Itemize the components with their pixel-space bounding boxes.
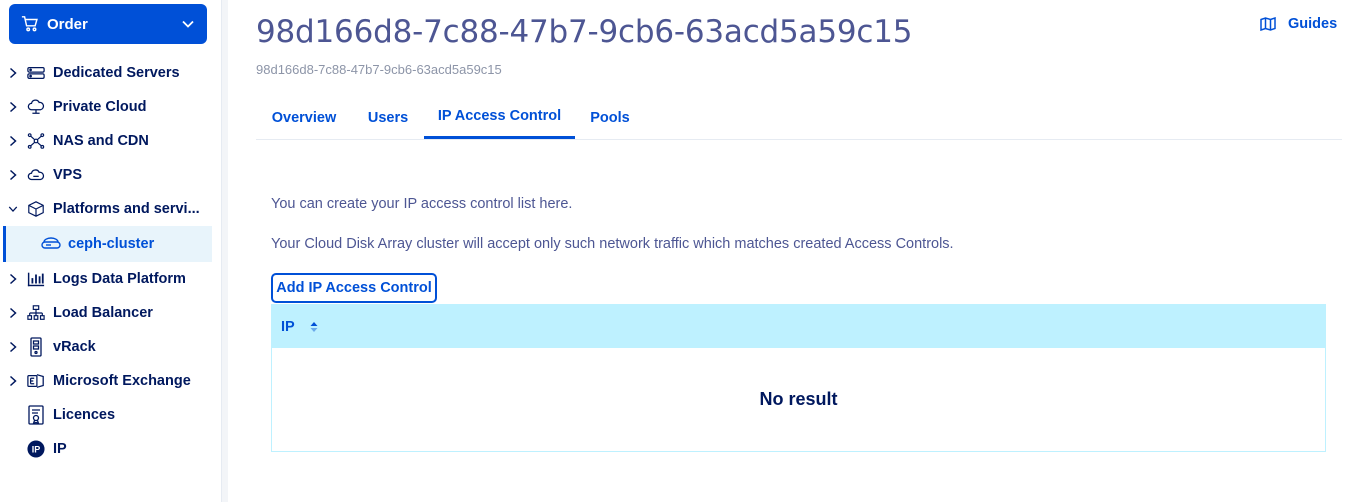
- page-subtitle: 98d166d8-7c88-47b7-9cb6-63acd5a59c15: [256, 62, 502, 77]
- chevron-down-icon: [182, 20, 194, 28]
- page-title: 98d166d8-7c88-47b7-9cb6-63acd5a59c15: [256, 14, 913, 50]
- sidebar-divider: [222, 0, 228, 502]
- order-label: Order: [47, 15, 88, 33]
- exchange-icon: [27, 372, 45, 390]
- ip-icon: IP: [27, 440, 45, 458]
- sidebar-item-label: VPS: [53, 167, 83, 183]
- platforms-box-icon: [27, 200, 45, 218]
- sidebar-item-label: Load Balancer: [53, 305, 153, 321]
- column-header-ip[interactable]: IP: [281, 319, 319, 335]
- info-text: You can create your IP access control li…: [271, 196, 573, 212]
- sidebar-item-logs-data-platform[interactable]: Logs Data Platform: [0, 262, 222, 296]
- sidebar-item-label: Logs Data Platform: [53, 271, 186, 287]
- chevron-down-icon[interactable]: [8, 203, 18, 215]
- chevron-right-icon[interactable]: [8, 341, 18, 353]
- tab-ip-access-control[interactable]: IP Access Control: [424, 96, 575, 139]
- sidebar-item-vrack[interactable]: vRack: [0, 330, 222, 364]
- disk-cluster-icon: [41, 235, 61, 253]
- guides-label: Guides: [1288, 16, 1338, 32]
- cart-icon: [21, 16, 38, 32]
- sidebar-item-label: NAS and CDN: [53, 133, 149, 149]
- order-button[interactable]: Order: [9, 4, 207, 44]
- table-body: No result: [272, 348, 1325, 451]
- chevron-right-icon[interactable]: [8, 169, 18, 181]
- chevron-right-icon[interactable]: [8, 273, 18, 285]
- sidebar-item-label: Private Cloud: [53, 99, 147, 115]
- sidebar-item-label: Licences: [53, 407, 116, 423]
- cloud-network-icon: [27, 98, 45, 116]
- column-header-label: IP: [281, 318, 295, 335]
- sidebar-item-nas-cdn[interactable]: NAS and CDN: [0, 124, 222, 158]
- server-icon: [27, 64, 45, 82]
- empty-state-message: No result: [759, 389, 838, 409]
- sidebar-item-vps[interactable]: VPS: [0, 158, 222, 192]
- sidebar-item-licences[interactable]: Licences: [0, 398, 222, 432]
- vps-cloud-icon: [27, 166, 45, 184]
- tab-overview[interactable]: Overview: [256, 96, 352, 139]
- chevron-right-icon[interactable]: [8, 307, 18, 319]
- book-map-icon: [1260, 17, 1276, 31]
- tab-users[interactable]: Users: [352, 96, 424, 139]
- vrack-icon: [27, 337, 45, 357]
- info-text: Your Cloud Disk Array cluster will accep…: [271, 236, 954, 252]
- svg-text:IP: IP: [32, 445, 41, 455]
- sort-icon[interactable]: [309, 320, 319, 334]
- sidebar-item-load-balancer[interactable]: Load Balancer: [0, 296, 222, 330]
- tab-pools[interactable]: Pools: [575, 96, 645, 139]
- sidebar-item-ceph-cluster[interactable]: ceph-cluster: [3, 226, 212, 262]
- nas-network-icon: [27, 132, 45, 150]
- chevron-right-icon[interactable]: [8, 375, 18, 387]
- licence-icon: [27, 405, 45, 425]
- add-ip-access-control-button[interactable]: Add IP Access Control: [271, 273, 437, 303]
- sidebar-nav: Dedicated Servers Private Cloud NAS and …: [0, 56, 222, 466]
- ip-access-table: IP No result: [271, 304, 1326, 452]
- sidebar-item-label: IP: [53, 441, 67, 457]
- load-balancer-icon: [27, 304, 45, 322]
- sidebar-item-label: Dedicated Servers: [53, 65, 180, 81]
- sidebar: Order Dedicated Servers Private Cloud NA…: [0, 0, 222, 502]
- sidebar-item-ip[interactable]: IP IP: [0, 432, 222, 466]
- sidebar-item-platforms-services[interactable]: Platforms and servi...: [0, 192, 222, 226]
- guides-link[interactable]: Guides: [1260, 16, 1337, 32]
- sidebar-item-private-cloud[interactable]: Private Cloud: [0, 90, 222, 124]
- sidebar-item-label: Platforms and servi...: [53, 201, 200, 217]
- sidebar-item-label: ceph-cluster: [68, 236, 155, 252]
- chevron-right-icon[interactable]: [8, 135, 18, 147]
- sidebar-item-label: vRack: [53, 339, 96, 355]
- sidebar-item-microsoft-exchange[interactable]: Microsoft Exchange: [0, 364, 222, 398]
- table-header: IP: [272, 305, 1325, 348]
- chart-bars-icon: [27, 270, 45, 288]
- sidebar-item-label: Microsoft Exchange: [53, 373, 191, 389]
- chevron-right-icon[interactable]: [8, 67, 18, 79]
- tab-bar: Overview Users IP Access Control Pools: [256, 96, 1342, 140]
- sidebar-item-dedicated-servers[interactable]: Dedicated Servers: [0, 56, 222, 90]
- chevron-right-icon[interactable]: [8, 101, 18, 113]
